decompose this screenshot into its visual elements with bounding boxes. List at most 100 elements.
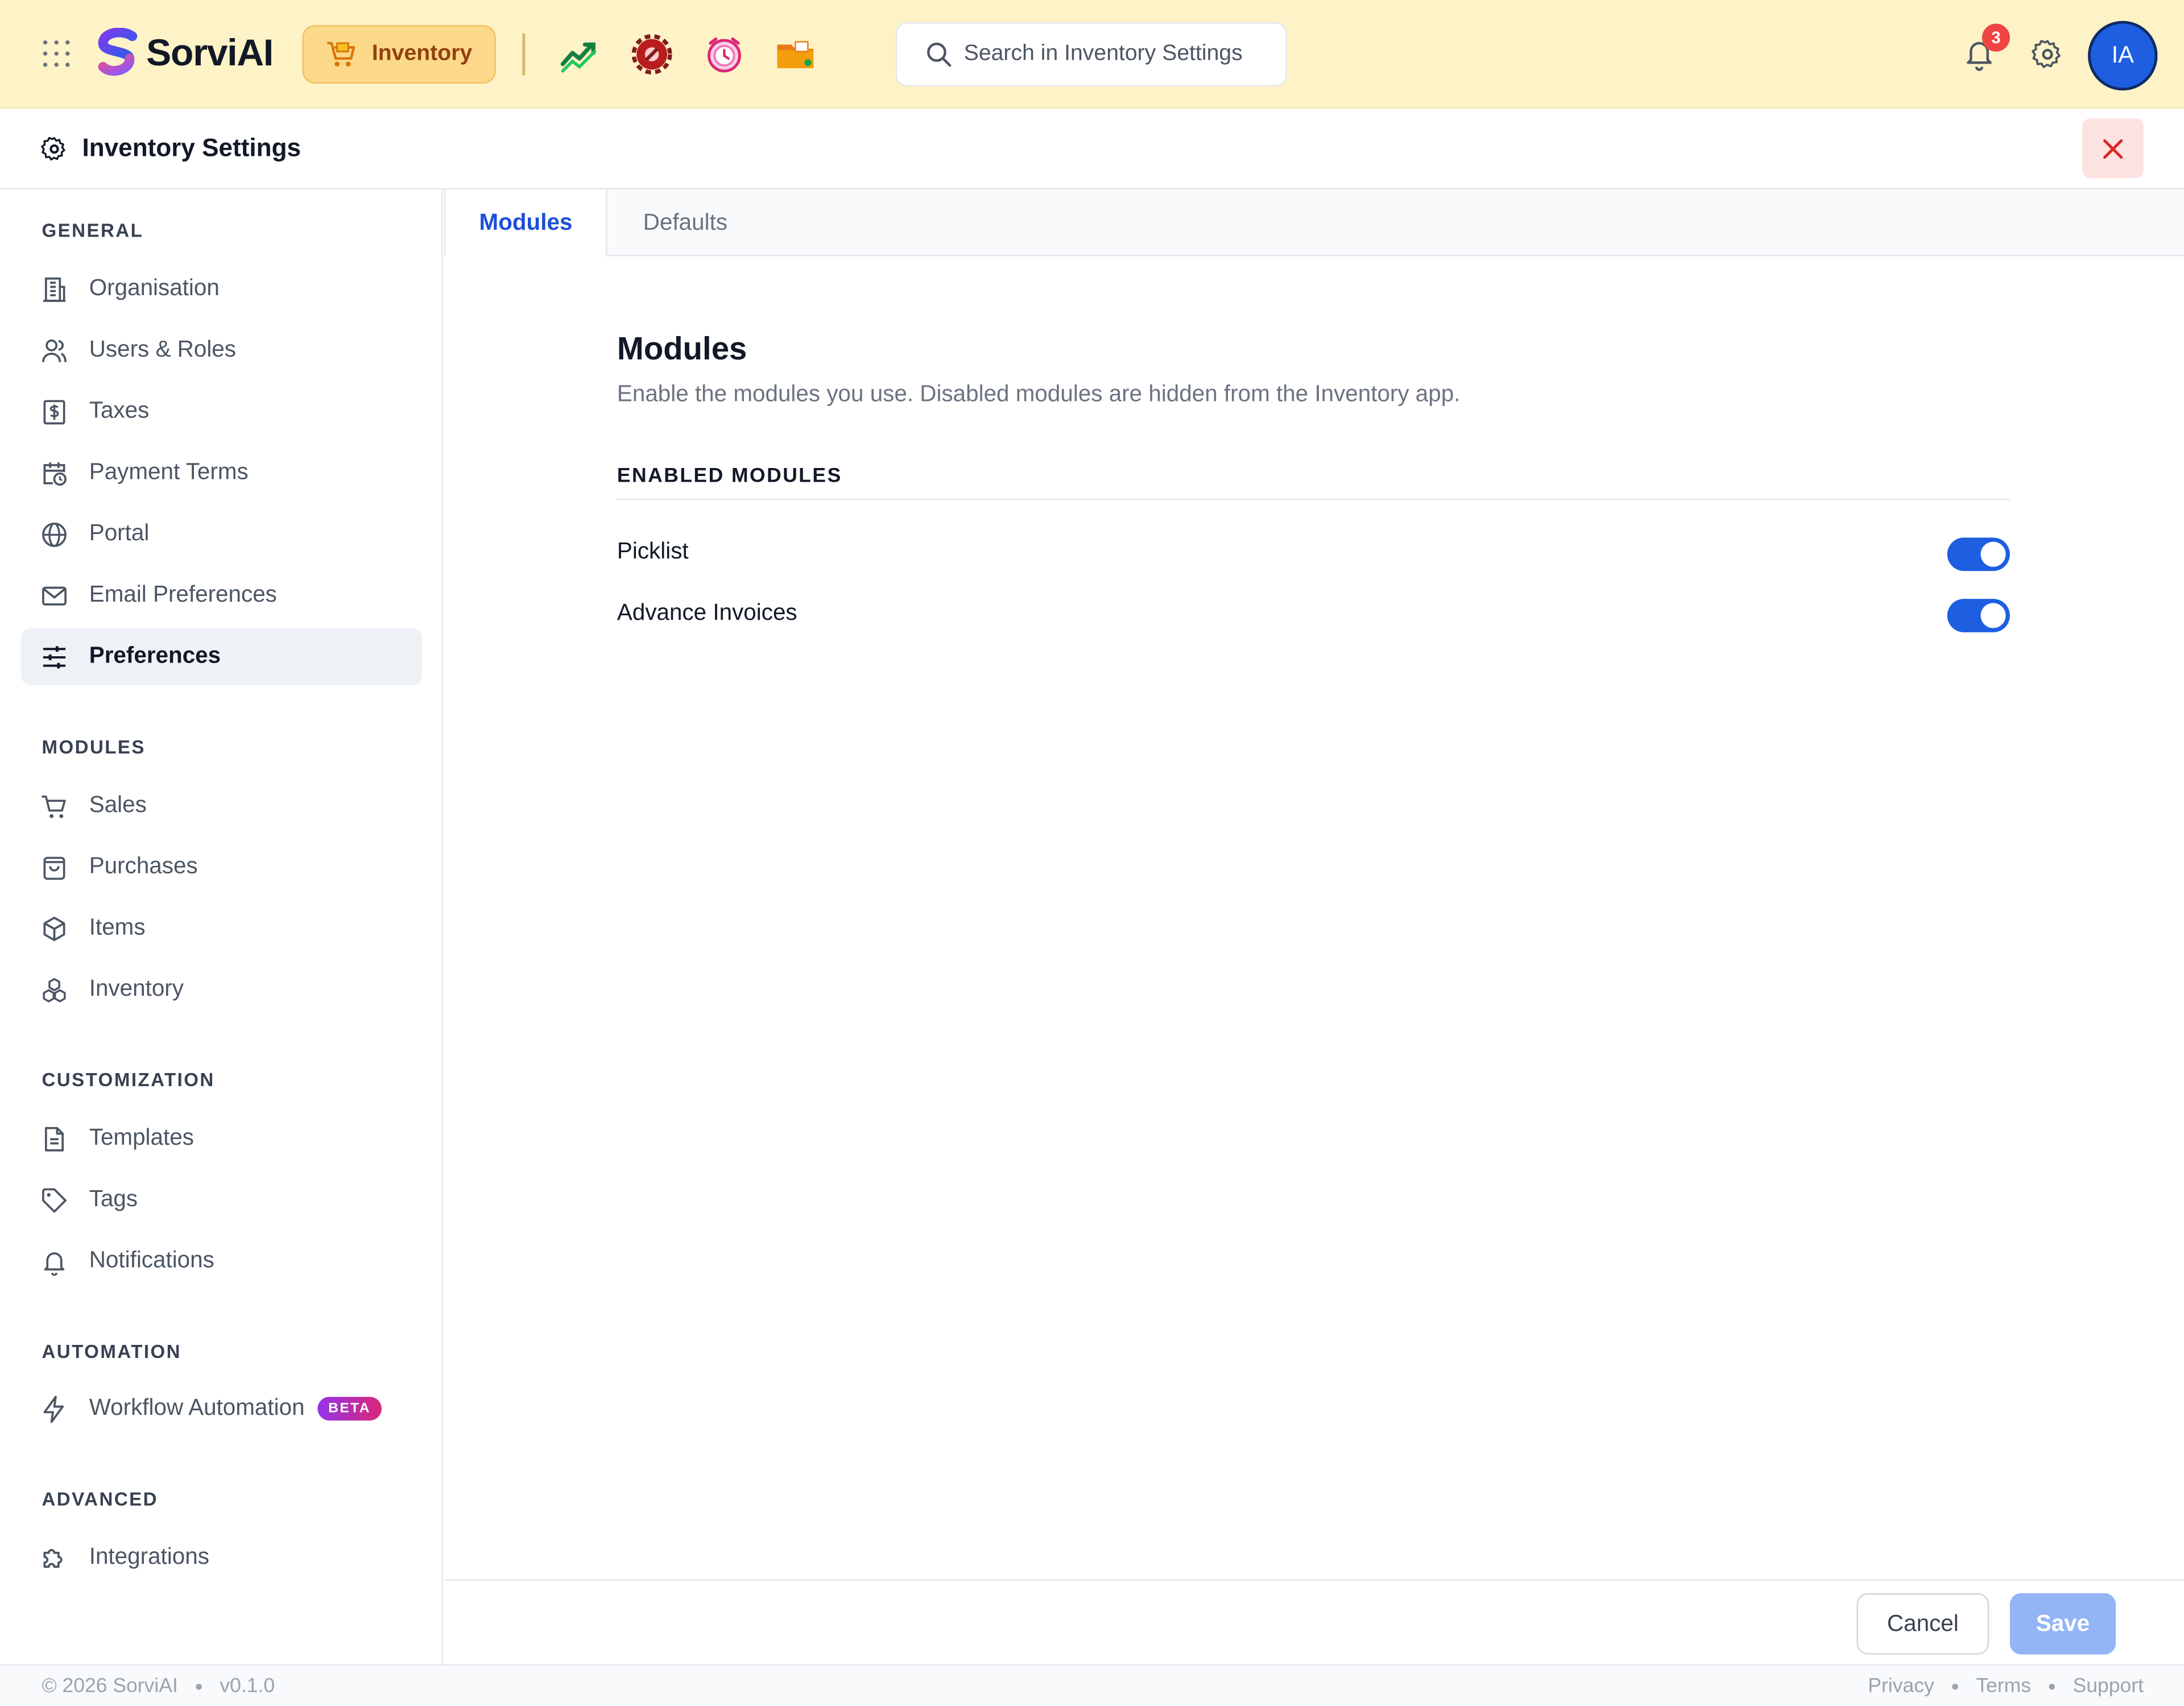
- settings-sidebar: GENERAL Organisation Users & Roles Taxes…: [0, 189, 443, 1664]
- version-text: v0.1.0: [220, 1675, 275, 1698]
- tag-icon: [42, 1187, 67, 1212]
- apps-grid-icon[interactable]: [43, 40, 71, 68]
- sidebar-item-email-preferences[interactable]: Email Preferences: [21, 567, 422, 624]
- tab-modules[interactable]: Modules: [444, 189, 607, 258]
- sidebar-item-label: Users & Roles: [89, 337, 236, 362]
- cart-icon: [42, 794, 66, 818]
- top-bar: SorviAI Inventory Search in Inventory Se…: [0, 0, 2184, 109]
- sidebar-item-label: Taxes: [89, 398, 150, 424]
- cancel-button[interactable]: Cancel: [1856, 1593, 1989, 1655]
- inventory-cart-icon: [327, 42, 355, 67]
- sidebar-item-label: Portal: [89, 520, 150, 546]
- settings-tabs: Modules Defaults: [444, 189, 2184, 258]
- close-icon: [2103, 138, 2123, 158]
- sidebar-item-items[interactable]: Items: [21, 900, 422, 956]
- toggle-advance-invoices[interactable]: [1947, 599, 2010, 632]
- logo-mark-icon: [98, 27, 138, 76]
- sidebar-item-inventory[interactable]: Inventory: [21, 961, 422, 1018]
- footer-bar: © 2026 SorviAI ● v0.1.0 Privacy ● Terms …: [0, 1664, 2184, 1706]
- sidebar-item-preferences[interactable]: Preferences: [20, 628, 423, 685]
- current-app-switcher[interactable]: Inventory: [302, 25, 496, 84]
- analytics-icon[interactable]: [559, 34, 600, 75]
- sidebar-item-taxes[interactable]: Taxes: [21, 383, 422, 440]
- settings-header: Inventory Settings: [0, 109, 2184, 190]
- sidebar-item-label: Payment Terms: [89, 459, 249, 485]
- beta-badge: BETA: [317, 1397, 382, 1421]
- sidebar-section-automation: AUTOMATION: [42, 1341, 181, 1363]
- separator-dot: ●: [1951, 1679, 1959, 1695]
- gear-icon[interactable]: [2031, 38, 2065, 71]
- module-label-picklist: Picklist: [617, 539, 689, 564]
- search-input[interactable]: [963, 42, 1284, 67]
- toggle-knob: [1980, 603, 2006, 628]
- sidebar-item-notifications[interactable]: Notifications: [21, 1232, 422, 1289]
- sidebar-item-label: Templates: [89, 1125, 194, 1150]
- privacy-link[interactable]: Privacy: [1868, 1675, 1934, 1697]
- sidebar-item-workflow-automation[interactable]: Workflow Automation BETA: [21, 1380, 422, 1437]
- folder-icon[interactable]: [775, 34, 816, 75]
- sidebar-section-customization: CUSTOMIZATION: [42, 1069, 215, 1091]
- building-icon: [43, 276, 66, 301]
- user-avatar[interactable]: IA: [2088, 20, 2158, 91]
- divider: [617, 498, 2010, 500]
- toggle-picklist[interactable]: [1947, 537, 2010, 572]
- sidebar-item-sales[interactable]: Sales: [21, 777, 422, 834]
- sidebar-item-label: Email Preferences: [89, 582, 277, 607]
- support-link[interactable]: Support: [2073, 1675, 2144, 1697]
- sidebar-section-general: GENERAL: [42, 220, 144, 241]
- sidebar-item-purchases[interactable]: Purchases: [21, 838, 422, 895]
- search-box[interactable]: [895, 22, 1287, 86]
- sidebar-item-label: Purchases: [89, 854, 198, 879]
- sidebar-item-label: Notifications: [89, 1248, 214, 1273]
- dollar-receipt-icon: [43, 399, 65, 424]
- separator-dot: ●: [2048, 1679, 2057, 1695]
- sidebar-item-organisation[interactable]: Organisation: [21, 260, 422, 317]
- save-button[interactable]: Save: [2009, 1593, 2116, 1655]
- sidebar-item-integrations[interactable]: Integrations: [21, 1529, 422, 1586]
- sidebar-item-tags[interactable]: Tags: [21, 1171, 422, 1228]
- sidebar-section-modules: MODULES: [42, 736, 146, 758]
- sidebar-item-label: Tags: [89, 1186, 138, 1212]
- boxes-icon: [43, 977, 66, 1002]
- sidebar-item-label: Workflow Automation: [89, 1395, 305, 1421]
- users-icon: [42, 338, 67, 362]
- current-app-label: Inventory: [371, 42, 473, 66]
- settings-tools-icon[interactable]: [631, 34, 672, 75]
- brand-logo[interactable]: SorviAI: [95, 27, 274, 78]
- calendar-clock-icon: [43, 461, 67, 485]
- globe-icon: [42, 521, 67, 546]
- tab-defaults[interactable]: Defaults: [607, 189, 763, 256]
- enabled-modules-heading: ENABLED MODULES: [617, 465, 842, 488]
- section-heading: Modules: [617, 330, 747, 367]
- divider: [522, 33, 526, 76]
- brand-name: SorviAI: [146, 31, 274, 73]
- close-settings-button[interactable]: [2082, 118, 2144, 179]
- toggle-knob: [1980, 541, 2006, 567]
- app-window: SorviAI Inventory Search in Inventory Se…: [0, 0, 2184, 1706]
- sidebar-item-payment-terms[interactable]: Payment Terms: [21, 444, 422, 501]
- sidebar-item-label: Preferences: [89, 643, 221, 669]
- document-icon: [44, 1126, 64, 1151]
- notification-count-badge: 3: [1982, 23, 2010, 52]
- page-title: Inventory Settings: [82, 134, 301, 162]
- lightning-icon: [43, 1395, 64, 1423]
- box-icon: [43, 916, 65, 941]
- sidebar-item-portal[interactable]: Portal: [21, 506, 422, 562]
- search-icon: [927, 42, 952, 67]
- sidebar-section-advanced: ADVANCED: [42, 1488, 158, 1510]
- shopping-bag-icon: [43, 856, 65, 879]
- copyright-text: © 2026 SorviAI: [42, 1675, 178, 1698]
- sidebar-item-users-roles[interactable]: Users & Roles: [21, 322, 422, 379]
- terms-link[interactable]: Terms: [1976, 1675, 2031, 1697]
- sidebar-item-label: Inventory: [89, 976, 184, 1001]
- alarm-clock-icon[interactable]: [704, 34, 745, 75]
- sidebar-item-label: Integrations: [89, 1544, 209, 1570]
- sliders-icon: [43, 645, 66, 668]
- action-bar: Cancel Save: [444, 1579, 2184, 1664]
- footer-links: Privacy ● Terms ● Support: [1868, 1675, 2144, 1697]
- bell-icon: [44, 1252, 65, 1276]
- sidebar-item-templates[interactable]: Templates: [21, 1110, 422, 1167]
- section-description: Enable the modules you use. Disabled mod…: [617, 382, 1461, 407]
- module-label-advance-invoices: Advance Invoices: [617, 600, 797, 626]
- sidebar-item-label: Items: [89, 914, 146, 941]
